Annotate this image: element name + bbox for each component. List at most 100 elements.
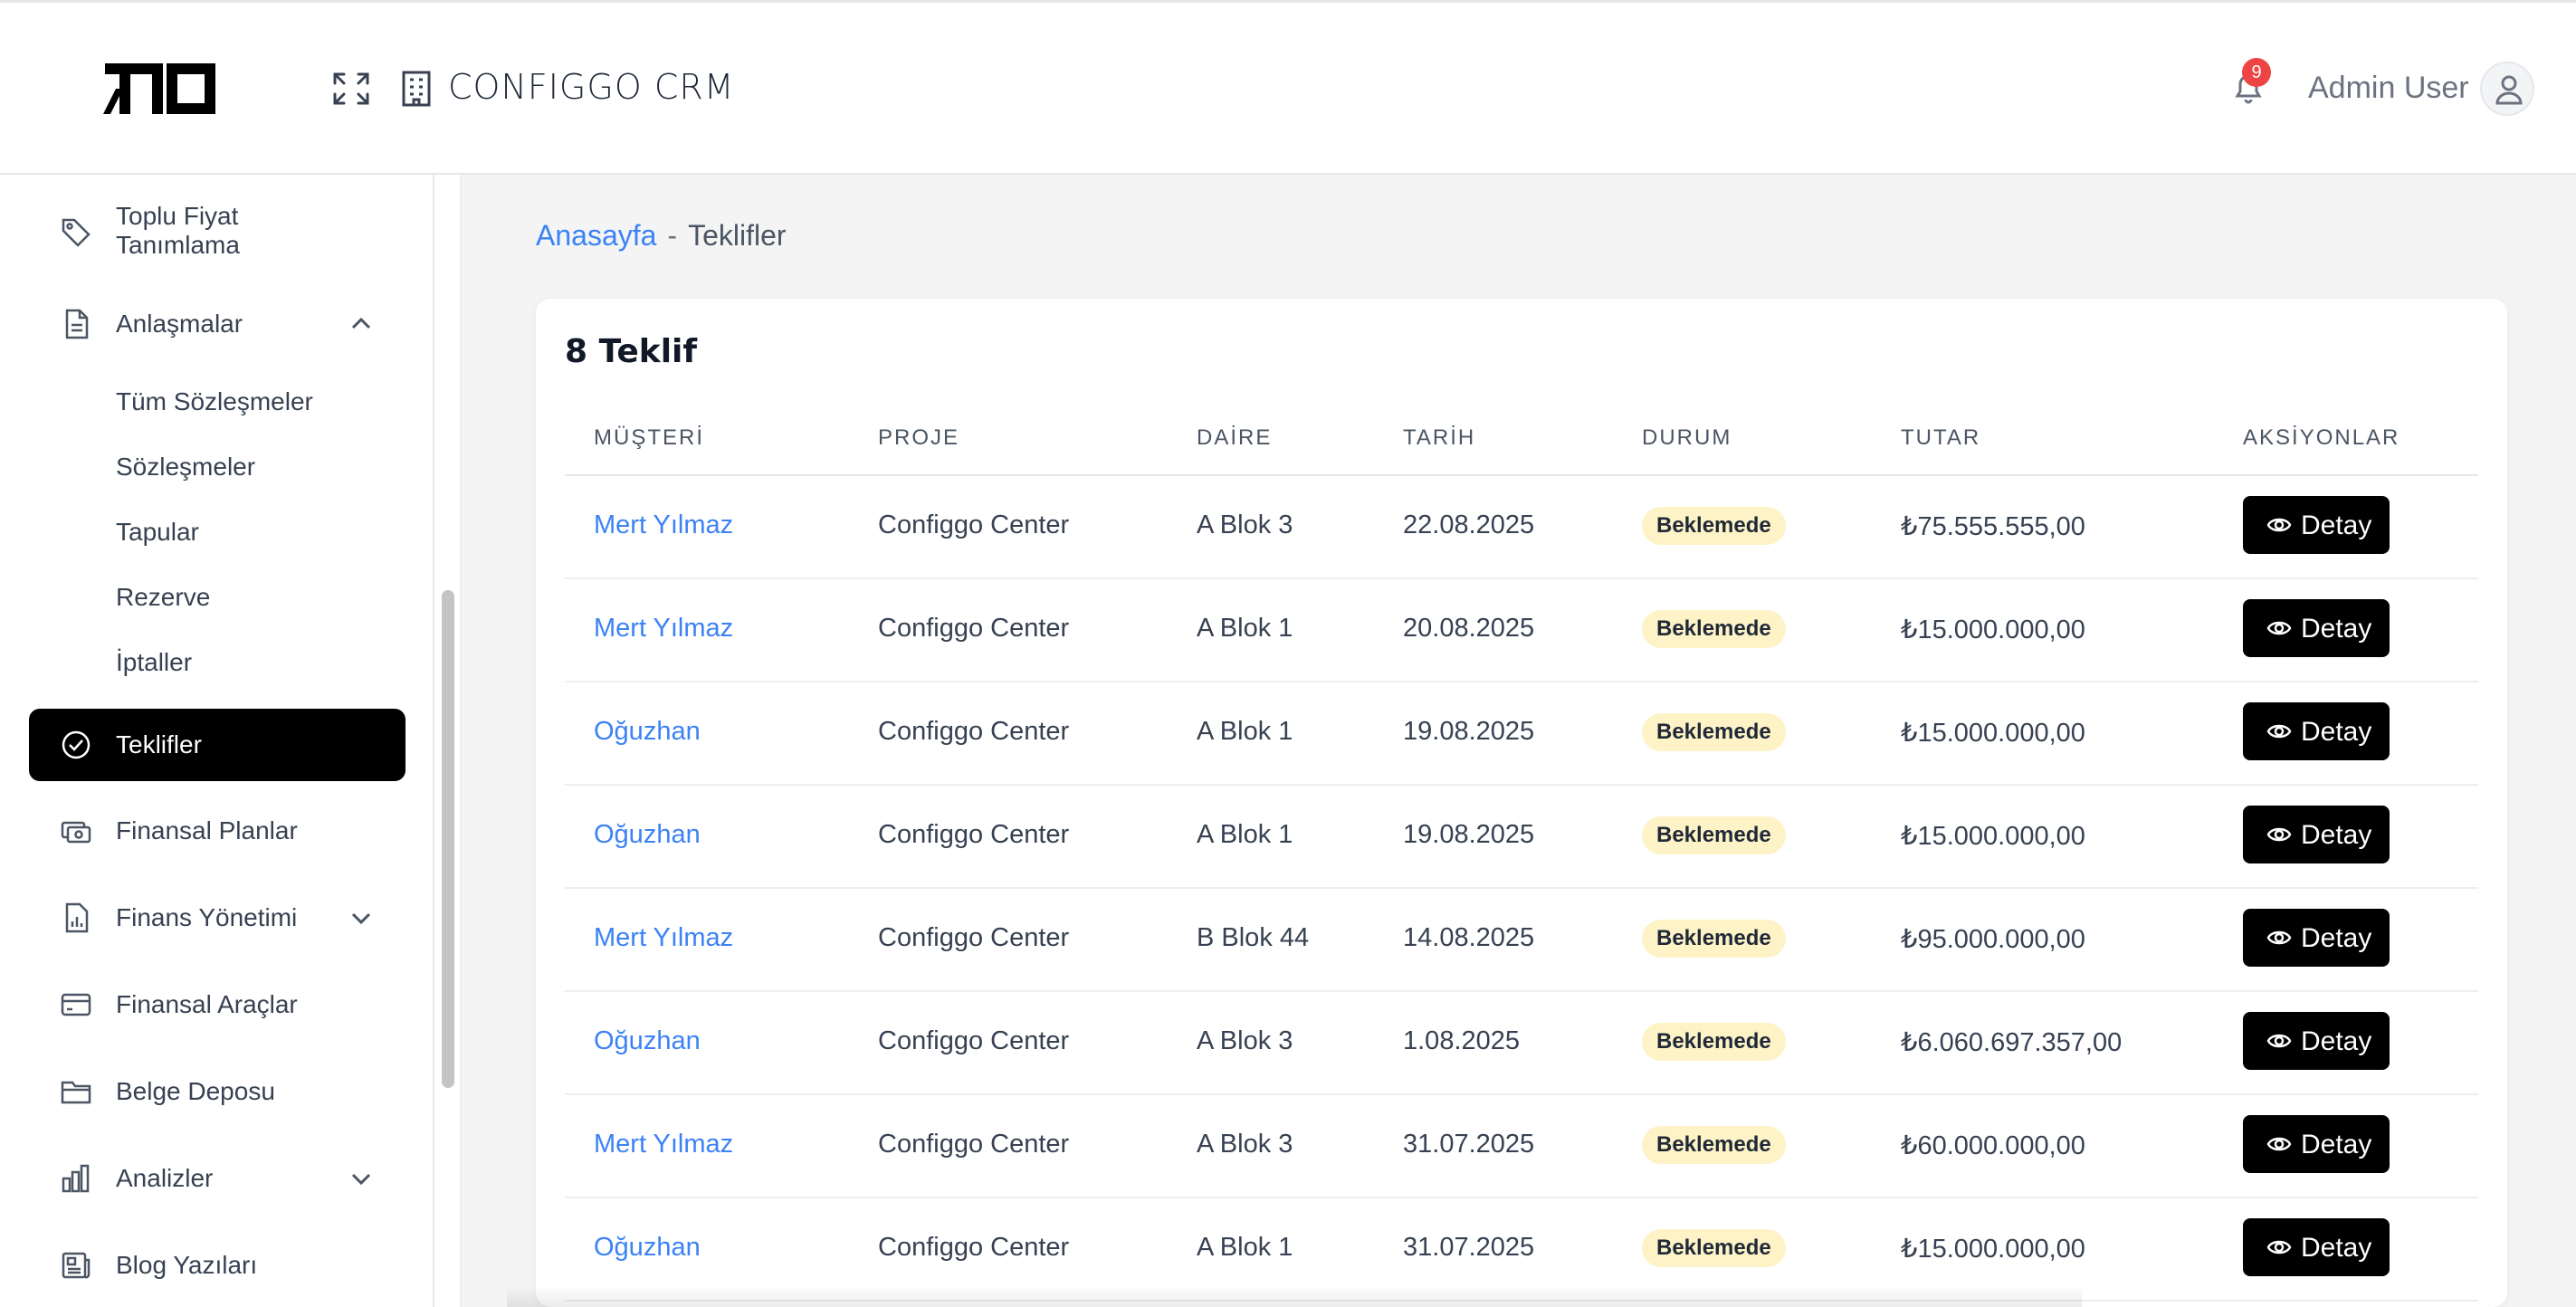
unit-cell: A Blok 1 [1197,614,1293,643]
column-header-status: DURUM [1642,425,1732,450]
detail-button-label: Detay [2301,820,2372,850]
sidebar-subitem-tum-sozlesmeler[interactable]: Tüm Sözleşmeler [116,387,313,416]
sidebar-item-label: Teklifler [116,730,202,758]
eye-icon [2266,1137,2292,1151]
unit-cell: A Blok 1 [1197,717,1293,746]
detail-button[interactable]: Detay [2243,1012,2390,1070]
sidebar-item-label: Anlaşmalar [116,310,243,338]
eye-icon [2266,930,2292,945]
sidebar-item-label: Finansal Planlar [116,816,298,844]
newspaper-icon [62,1252,91,1279]
sidebar-subitem-rezerve[interactable]: Rezerve [116,583,210,612]
eye-icon [2266,1240,2292,1255]
detail-button-label: Detay [2301,614,2372,644]
status-badge: Beklemede [1642,713,1786,751]
sidebar-subitem-iptaller[interactable]: İptaller [116,648,192,677]
date-cell: 22.08.2025 [1403,510,1535,539]
company-logo[interactable] [103,62,215,116]
chevron-up-icon [351,317,371,329]
date-cell: 20.08.2025 [1403,614,1535,643]
sidebar-subitem-sozlesmeler[interactable]: Sözleşmeler [116,453,255,482]
detail-button-label: Detay [2301,1233,2372,1263]
customer-link[interactable]: Mert Yılmaz [594,614,733,644]
project-cell: Configgo Center [878,820,1070,849]
table-row: Oğuzhan Configgo Center A Blok 3 1.08.2025 B… [565,990,2478,1095]
user-avatar[interactable] [2480,62,2534,116]
check-circle-icon [62,730,91,759]
project-cell: Configgo Center [878,717,1070,746]
customer-link[interactable]: Mert Yılmaz [594,1130,733,1159]
amount-cell: ₺60.000.000,00 [1901,1131,2085,1160]
detail-button-label: Detay [2301,923,2372,953]
sidebar-item-teklifler[interactable]: Teklifler [29,709,405,781]
building-icon [402,71,431,107]
sidebar-item-label: Finansal Araçlar [116,990,298,1018]
status-badge: Beklemede [1642,920,1786,958]
folder-icon [61,1081,91,1104]
user-name[interactable]: Admin User [2308,71,2469,106]
detail-button-label: Detay [2301,1026,2372,1056]
detail-button[interactable]: Detay [2243,909,2390,967]
detail-button[interactable]: Detay [2243,1218,2390,1276]
table-row: Mert Yılmaz Configgo Center A Blok 3 31.07.… [565,1093,2478,1198]
project-cell: Configgo Center [878,510,1070,539]
date-cell: 1.08.2025 [1403,1026,1521,1055]
unit-cell: A Blok 3 [1197,1026,1293,1055]
column-header-actions: AKSİYONLAR [2243,425,2400,450]
unit-cell: A Blok 1 [1197,1233,1293,1262]
amount-cell: ₺6.060.697.357,00 [1901,1028,2123,1057]
breadcrumb-current: Teklifler [688,219,787,252]
project-cell: Configgo Center [878,1026,1070,1055]
customer-link[interactable]: Oğuzhan [594,1026,701,1056]
fullscreen-icon[interactable] [331,71,371,107]
unit-cell: B Blok 44 [1197,923,1310,952]
amount-cell: ₺15.000.000,00 [1901,822,2085,851]
detail-button[interactable]: Detay [2243,702,2390,760]
detail-button[interactable]: Detay [2243,806,2390,863]
sidebar-item-blog-yazilari[interactable]: Blog Yazıları [29,1243,405,1288]
customer-link[interactable]: Mert Yılmaz [594,510,733,540]
breadcrumb-home-link[interactable]: Anasayfa [536,219,656,252]
date-cell: 14.08.2025 [1403,923,1535,952]
tag-icon [62,218,91,247]
eye-icon [2266,518,2292,532]
sidebar-item-finansal-planlar[interactable]: Finansal Planlar [29,808,405,854]
amount-cell: ₺15.000.000,00 [1901,1235,2085,1264]
customer-link[interactable]: Mert Yılmaz [594,923,733,953]
table-row: Mert Yılmaz Configgo Center B Blok 44 14.08… [565,887,2478,992]
chevron-down-icon [351,1173,371,1186]
breadcrumb-separator: - [667,219,678,252]
top-header: CONFIGGO CRM 9 Admin User [0,0,2576,175]
customer-link[interactable]: Oğuzhan [594,717,701,747]
column-header-unit: DAİRE [1197,425,1273,450]
table-row: Oğuzhan Configgo Center A Blok 1 19.08.2025… [565,784,2478,889]
sidebar-scrollbar-thumb[interactable] [442,590,454,1088]
sidebar-subitem-tapular[interactable]: Tapular [116,518,199,547]
detail-button[interactable]: Detay [2243,1115,2390,1173]
customer-link[interactable]: Oğuzhan [594,1233,701,1263]
sidebar-item-analizler[interactable]: Analizler [29,1156,405,1201]
sidebar-item-anlasmalar[interactable]: Anlaşmalar [29,301,405,347]
amount-cell: ₺95.000.000,00 [1901,925,2085,954]
eye-icon [2266,1034,2292,1048]
unit-cell: A Blok 1 [1197,820,1293,849]
customer-link[interactable]: Oğuzhan [594,820,701,850]
unit-cell: A Blok 3 [1197,1130,1293,1159]
status-badge: Beklemede [1642,1126,1786,1164]
unit-cell: A Blok 3 [1197,510,1293,539]
detail-button[interactable]: Detay [2243,599,2390,657]
window-top-border [0,0,2576,3]
sidebar: Toplu Fiyat Tanımlama Anlaşmalar Tüm Söz… [0,175,434,1307]
detail-button[interactable]: Detay [2243,496,2390,554]
table-row: Oğuzhan Configgo Center A Blok 1 19.08.2025… [565,681,2478,786]
sidebar-item-belge-deposu[interactable]: Belge Deposu [29,1069,405,1114]
project-cell: Configgo Center [878,1233,1070,1262]
sidebar-item-label: Analizler [116,1164,214,1192]
card-icon [61,993,91,1016]
sidebar-item-finans-yonetimi[interactable]: Finans Yönetimi [29,895,405,940]
bottom-shadow [507,1285,2082,1307]
status-badge: Beklemede [1642,610,1786,648]
sidebar-item-toplu-fiyat[interactable]: Toplu Fiyat Tanımlama [29,202,405,274]
amount-cell: ₺15.000.000,00 [1901,719,2085,748]
sidebar-item-finansal-araclar[interactable]: Finansal Araçlar [29,982,405,1027]
